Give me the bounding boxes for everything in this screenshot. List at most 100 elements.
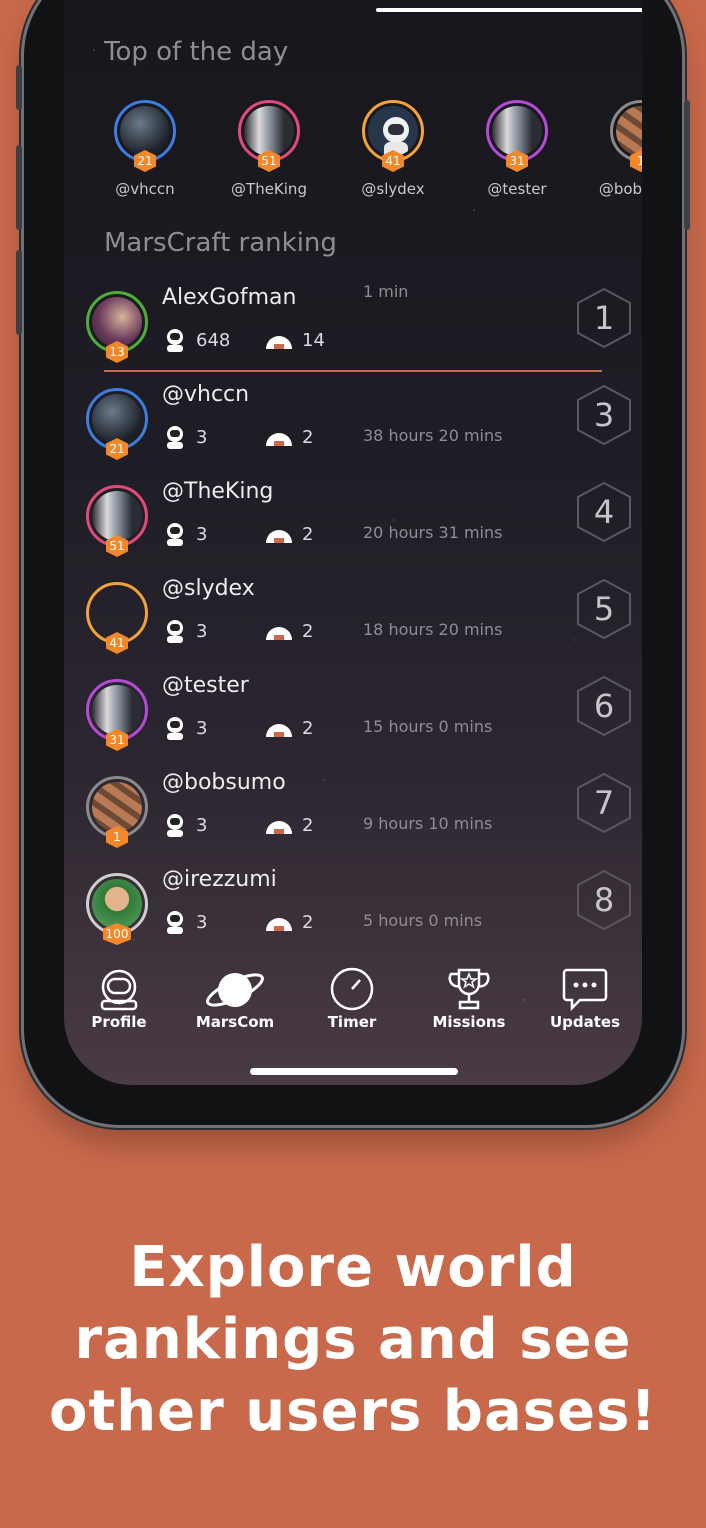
rank-number: 7 [593, 784, 615, 822]
top-indicator-line [376, 8, 642, 12]
avatar[interactable]: 1 [610, 100, 642, 172]
avatar[interactable]: 21 [86, 388, 148, 460]
promo-caption: Explore world rankings and see other use… [49, 1235, 657, 1444]
chat-bubble-icon [562, 968, 608, 1012]
ranking-user-name: @TheKing [162, 479, 274, 504]
avatar[interactable]: 21 [114, 100, 176, 172]
top-user-handle: @bobsumo [598, 180, 642, 198]
volume-down-button [16, 250, 22, 335]
ranking-row[interactable]: 41 @slydex 3 2 18 hours 20 mins 5 [64, 576, 642, 673]
tab-marscom[interactable]: MarsCom [180, 965, 290, 1031]
base-count-value: 2 [302, 911, 314, 933]
rank-hexagon: 7 [576, 772, 632, 834]
astronaut-count: 3 [162, 618, 207, 644]
base-count-value: 2 [302, 814, 314, 836]
trophy-icon [448, 968, 490, 1010]
tab-missions[interactable]: Missions [414, 965, 524, 1031]
base-dome-icon [266, 918, 292, 931]
base-count-value: 2 [302, 426, 314, 448]
base-count: 2 [264, 521, 313, 547]
base-count-value: 2 [302, 717, 314, 739]
ranking-row[interactable]: 31 @tester 3 2 15 hours 0 mins 6 [64, 673, 642, 770]
base-count: 2 [264, 812, 313, 838]
astronaut-helmet-icon [100, 969, 138, 1011]
home-indicator[interactable] [250, 1068, 458, 1075]
top-user-handle: @TheKing [231, 180, 307, 198]
ranking-time: 38 hours 20 mins [363, 426, 503, 445]
ranking-time: 9 hours 10 mins [363, 814, 493, 833]
astronaut-icon [167, 426, 183, 449]
avatar[interactable]: 100 [86, 873, 148, 945]
ranking-title: MarsCraft ranking [104, 228, 337, 258]
tab-label: Timer [327, 1013, 377, 1031]
top-of-day-carousel[interactable]: 21 @vhccn 51 @TheKing 41 @slydex 31 @tes… [84, 100, 642, 210]
rank-number: 4 [593, 493, 615, 531]
top-user-handle: @slydex [361, 180, 425, 198]
astronaut-icon [167, 523, 183, 546]
astronaut-count-value: 3 [196, 426, 208, 448]
rank-hexagon: 5 [576, 578, 632, 640]
avatar[interactable]: 13 [86, 291, 148, 363]
ranking-user-name: @irezzumi [162, 867, 277, 892]
avatar[interactable]: 41 [86, 582, 148, 654]
base-count: 2 [264, 424, 313, 450]
top-user-item[interactable]: 1 @bobsumo [580, 100, 642, 198]
ranking-row[interactable]: 51 @TheKing 3 2 20 hours 31 mins 4 [64, 479, 642, 576]
astronaut-icon [167, 911, 183, 934]
base-count: 2 [264, 618, 313, 644]
avatar[interactable]: 51 [238, 100, 300, 172]
top-user-handle: @vhccn [115, 180, 175, 198]
avatar[interactable]: 41 [362, 100, 424, 172]
ranking-row[interactable]: 21 @vhccn 3 2 38 hours 20 mins 3 [64, 382, 642, 479]
astronaut-icon [167, 329, 183, 352]
timer-icon [330, 967, 374, 1011]
base-count-value: 2 [302, 523, 314, 545]
astronaut-count-value: 3 [196, 620, 208, 642]
top-user-item[interactable]: 41 @slydex [332, 100, 454, 198]
astronaut-count: 3 [162, 812, 207, 838]
avatar[interactable]: 31 [86, 679, 148, 751]
current-user-divider [104, 370, 602, 372]
ranking-time: 20 hours 31 mins [363, 523, 503, 542]
top-user-item[interactable]: 51 @TheKing [208, 100, 330, 198]
tab-label: Updates [549, 1013, 621, 1031]
tab-label: Profile [91, 1013, 147, 1031]
ranking-user-name: AlexGofman [162, 285, 297, 310]
base-count: 2 [264, 909, 313, 935]
ranking-user-name: @tester [162, 673, 249, 698]
rank-number: 8 [593, 881, 615, 919]
tab-updates[interactable]: Updates [530, 965, 640, 1031]
ranking-row[interactable]: 100 @irezzumi 3 2 5 hours 0 mins 8 [64, 867, 642, 964]
astronaut-count-value: 3 [196, 911, 208, 933]
rank-hexagon: 1 [576, 287, 632, 349]
ranking-row[interactable]: 1 @bobsumo 3 2 9 hours 10 mins 7 [64, 770, 642, 867]
avatar[interactable]: 31 [486, 100, 548, 172]
astronaut-count-value: 3 [196, 717, 208, 739]
top-user-item[interactable]: 21 @vhccn [84, 100, 206, 198]
astronaut-count: 648 [162, 327, 230, 353]
avatar[interactable]: 1 [86, 776, 148, 848]
astronaut-count: 3 [162, 521, 207, 547]
tab-timer[interactable]: Timer [297, 965, 407, 1031]
astronaut-count: 3 [162, 909, 207, 935]
rank-number: 3 [593, 396, 615, 434]
ranking-time: 18 hours 20 mins [363, 620, 503, 639]
astronaut-count-value: 3 [196, 814, 208, 836]
rank-number: 1 [593, 299, 615, 337]
tab-profile[interactable]: Profile [64, 965, 174, 1031]
avatar[interactable]: 51 [86, 485, 148, 557]
base-dome-icon [266, 627, 292, 640]
ranking-time: 1 min [363, 282, 409, 301]
base-dome-icon [266, 433, 292, 446]
rank-number: 5 [593, 590, 615, 628]
base-count: 14 [264, 327, 325, 353]
top-user-item[interactable]: 31 @tester [456, 100, 578, 198]
tab-label: MarsCom [195, 1013, 275, 1031]
base-dome-icon [266, 336, 292, 349]
volume-up-button [16, 145, 22, 230]
base-count-value: 2 [302, 620, 314, 642]
base-dome-icon [266, 530, 292, 543]
ranking-row[interactable]: 13 AlexGofman 648 14 1 min 1 [64, 282, 642, 382]
astronaut-icon [167, 620, 183, 643]
base-count-value: 14 [302, 329, 325, 351]
